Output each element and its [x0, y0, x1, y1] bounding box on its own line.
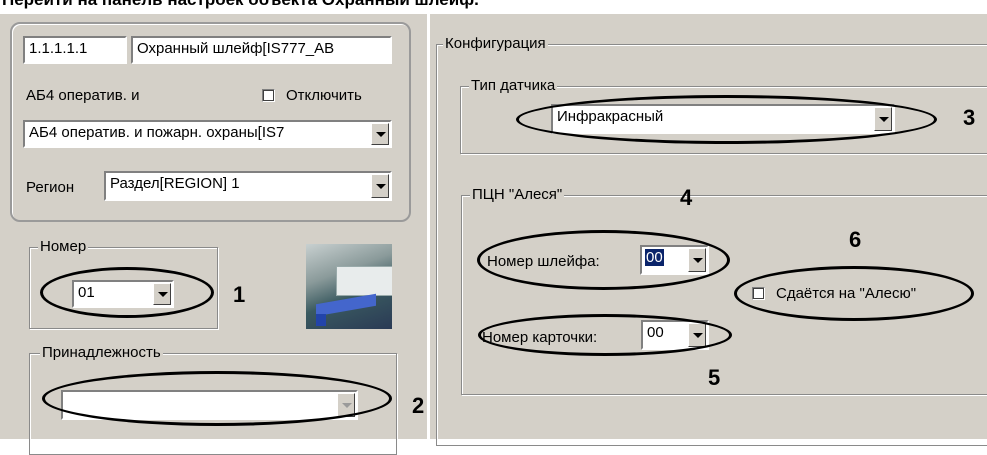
- caption-text: Перейти на панель настроек объекта Охран…: [2, 0, 479, 9]
- callout-ellipse-4: [477, 230, 730, 290]
- callout-number-4: 4: [680, 185, 693, 210]
- object-id-field[interactable]: 1.1.1.1.1: [23, 36, 127, 64]
- image-detail: [316, 314, 326, 326]
- callout-ellipse-3: [516, 95, 937, 144]
- callout-ellipse-1: [40, 267, 214, 318]
- region-label: Регион: [26, 179, 75, 196]
- disable-checkbox[interactable]: [262, 89, 275, 102]
- callout-number-1: 1: [233, 282, 246, 307]
- callout-number-5: 5: [708, 365, 721, 390]
- region-select[interactable]: Раздел[REGION] 1: [104, 171, 392, 201]
- chevron-down-icon[interactable]: [371, 174, 389, 198]
- configuration-group-title: Конфигурация: [443, 35, 548, 53]
- disable-label[interactable]: Отключить: [286, 87, 362, 105]
- chevron-down-icon[interactable]: [371, 123, 389, 145]
- image-detail: [316, 293, 376, 317]
- membership-group-title: Принадлежность: [40, 344, 163, 362]
- callout-number-2: 2: [412, 393, 425, 418]
- image-detail: [336, 266, 392, 296]
- security-loop-icon: [306, 244, 392, 329]
- pcn-group-title: ПЦН "Алеся": [470, 186, 565, 204]
- device-select-value: АБ4 оператив. и пожарн. охраны[IS7: [29, 124, 285, 141]
- callout-number-6: 6: [849, 227, 862, 252]
- callout-ellipse-6: [734, 266, 974, 321]
- number-group-title: Номер: [38, 238, 89, 256]
- sensor-type-group-title: Тип датчика: [469, 77, 558, 95]
- callout-ellipse-5: [478, 314, 732, 356]
- callout-number-3: 3: [963, 105, 976, 130]
- region-select-value: Раздел[REGION] 1: [110, 175, 240, 192]
- parent-label: АБ4 оператив. и: [26, 87, 140, 104]
- device-select[interactable]: АБ4 оператив. и пожарн. охраны[IS7: [23, 120, 392, 148]
- object-name-field[interactable]: Охранный шлейф[IS777_AB: [131, 36, 392, 64]
- callout-ellipse-2: [42, 371, 392, 426]
